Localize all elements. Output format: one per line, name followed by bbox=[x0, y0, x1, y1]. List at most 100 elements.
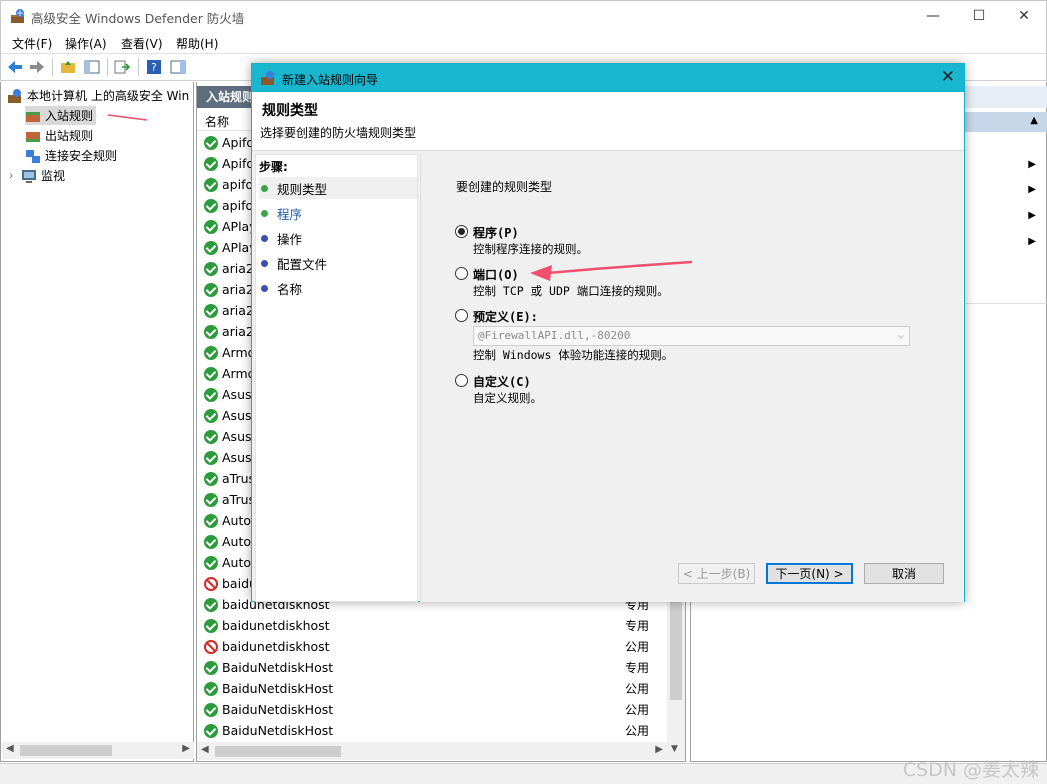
table-row[interactable]: baidunetdiskhost 公用 bbox=[197, 636, 667, 657]
submenu-arrow-icon[interactable]: ▶ bbox=[1028, 236, 1036, 247]
enabled-check-icon bbox=[204, 555, 218, 570]
tree-root[interactable]: 本地计算机 上的高级安全 Win bbox=[7, 86, 189, 105]
rule-profile: 公用 bbox=[625, 724, 650, 738]
dialog-header: 规则类型 选择要创建的防火墙规则类型 bbox=[252, 92, 964, 150]
rule-name: aria2 bbox=[222, 261, 254, 276]
step-status-dot-icon bbox=[261, 234, 268, 242]
menu-action[interactable]: 操作(A) bbox=[65, 35, 107, 52]
window-title: 高级安全 Windows Defender 防火墙 bbox=[31, 11, 245, 26]
menu-view[interactable]: 查看(V) bbox=[121, 35, 163, 52]
menu-file[interactable]: 文件(F) bbox=[12, 35, 52, 52]
rule-name: aria2 bbox=[222, 324, 254, 339]
blocked-icon bbox=[204, 576, 218, 591]
collapse-up-icon[interactable]: ▲ bbox=[1030, 115, 1038, 126]
dialog-heading: 规则类型 bbox=[262, 103, 318, 119]
scroll-right-arrow-icon[interactable]: ▶ bbox=[182, 743, 190, 754]
enabled-check-icon bbox=[204, 198, 218, 213]
status-bar bbox=[0, 763, 1047, 784]
rule-name: apifo bbox=[222, 177, 254, 192]
next-button[interactable]: 下一页(N) > bbox=[766, 563, 853, 584]
rule-name: aria2 bbox=[222, 282, 254, 297]
rule-name: apifo bbox=[222, 198, 254, 213]
rule-name: BaiduNetdiskHost bbox=[222, 660, 334, 675]
table-row[interactable]: BaiduNetdiskHost 公用 bbox=[197, 678, 667, 699]
rule-profile: 公用 bbox=[625, 640, 650, 654]
close-button[interactable]: ✕ bbox=[1001, 1, 1047, 31]
enabled-check-icon bbox=[204, 387, 218, 402]
show-hide-tree-icon[interactable] bbox=[83, 58, 101, 76]
chevron-right-icon[interactable]: › bbox=[9, 169, 21, 182]
enabled-check-icon bbox=[204, 681, 218, 696]
tree-item-connection-security[interactable]: 连接安全规则 bbox=[25, 146, 117, 165]
tree-scroll-thumb[interactable] bbox=[20, 745, 112, 756]
dialog-subheading: 选择要创建的防火墙规则类型 bbox=[260, 126, 417, 140]
enabled-check-icon bbox=[204, 408, 218, 423]
enabled-check-icon bbox=[204, 660, 218, 675]
enabled-check-icon bbox=[204, 282, 218, 297]
step-action[interactable]: 操作 bbox=[259, 227, 417, 249]
predefined-rules-select[interactable]: @FirewallAPI.dll,-80200 ⌵ bbox=[473, 326, 910, 346]
enabled-check-icon bbox=[204, 345, 218, 360]
step-status-dot-icon bbox=[261, 184, 268, 192]
dialog-title: 新建入站规则向导 bbox=[282, 73, 379, 87]
export-list-icon[interactable] bbox=[113, 58, 131, 76]
submenu-arrow-icon[interactable]: ▶ bbox=[1028, 210, 1036, 221]
scroll-left-arrow-icon[interactable]: ◀ bbox=[6, 743, 14, 754]
monitoring-icon bbox=[22, 169, 36, 183]
table-row[interactable]: BaiduNetdiskHost 专用 bbox=[197, 657, 667, 678]
rule-type-question: 要创建的规则类型 bbox=[456, 180, 553, 194]
enabled-check-icon bbox=[204, 534, 218, 549]
rule-name: baidunetdiskhost bbox=[222, 639, 330, 654]
table-row[interactable]: BaiduNetdiskHost 公用 bbox=[197, 720, 667, 741]
forward-arrow-icon[interactable] bbox=[28, 58, 46, 76]
step-rule-type[interactable]: 规则类型 bbox=[259, 177, 417, 199]
table-row[interactable]: baidunetdiskhost 专用 bbox=[197, 615, 667, 636]
step-name[interactable]: 名称 bbox=[259, 277, 417, 299]
tree-item-inbound-rules[interactable]: 入站规则 bbox=[25, 106, 97, 125]
toolbar-separator bbox=[138, 58, 139, 76]
table-row[interactable]: BaiduNetdiskHost 公用 bbox=[197, 699, 667, 720]
submenu-arrow-icon[interactable]: ▶ bbox=[1028, 184, 1036, 195]
wizard-steps: 步骤: 规则类型 程序 操作 配置文件 名称 bbox=[255, 154, 418, 602]
rule-name: baidunetdiskhost bbox=[222, 618, 330, 633]
rule-name: BaiduNetdiskHost bbox=[222, 702, 334, 717]
radio-custom[interactable] bbox=[455, 374, 468, 387]
radio-program[interactable] bbox=[455, 225, 468, 238]
cancel-button[interactable]: 取消 bbox=[864, 563, 944, 584]
back-button[interactable]: < 上一步(B) bbox=[678, 563, 755, 584]
list-hscroll-thumb[interactable] bbox=[215, 746, 341, 757]
radio-predefined[interactable] bbox=[455, 309, 468, 322]
outbound-rules-icon bbox=[26, 131, 40, 142]
scroll-right-arrow-icon[interactable]: ▶ bbox=[655, 744, 663, 755]
submenu-arrow-icon[interactable]: ▶ bbox=[1028, 159, 1036, 170]
maximize-button[interactable]: ☐ bbox=[956, 1, 1002, 31]
rule-profile: 专用 bbox=[625, 661, 650, 675]
action-pane-icon[interactable] bbox=[169, 58, 187, 76]
enabled-check-icon bbox=[204, 366, 218, 381]
rule-profile: 公用 bbox=[625, 682, 650, 696]
menu-bar: 文件(F) 操作(A) 查看(V) 帮助(H) bbox=[0, 31, 1047, 53]
radio-port[interactable] bbox=[455, 267, 468, 280]
wizard-content: 要创建的规则类型 程序(P) 控制程序连接的规则。 端口(O) 控制 TCP 或… bbox=[420, 154, 964, 602]
firewall-icon bbox=[8, 88, 21, 103]
back-arrow-icon[interactable] bbox=[6, 58, 24, 76]
step-program[interactable]: 程序 bbox=[259, 202, 417, 224]
up-folder-icon[interactable] bbox=[59, 58, 77, 76]
tree-horizontal-scrollbar[interactable]: ◀ ▶ bbox=[2, 742, 194, 759]
blocked-icon bbox=[204, 639, 218, 654]
step-profile[interactable]: 配置文件 bbox=[259, 252, 417, 274]
enabled-check-icon bbox=[204, 240, 218, 255]
minimize-button[interactable]: — bbox=[910, 1, 956, 31]
help-icon[interactable]: ? bbox=[145, 58, 163, 76]
main-titlebar: 高级安全 Windows Defender 防火墙 — ☐ ✕ bbox=[0, 0, 1047, 31]
scroll-down-arrow-icon[interactable]: ▼ bbox=[671, 744, 678, 754]
list-horizontal-scrollbar[interactable]: ◀ ▶ bbox=[197, 742, 667, 760]
menu-help[interactable]: 帮助(H) bbox=[176, 35, 218, 52]
enabled-check-icon bbox=[204, 177, 218, 192]
tree-item-monitoring[interactable]: › 监视 bbox=[9, 166, 65, 185]
tree-item-outbound-rules[interactable]: 出站规则 bbox=[25, 126, 93, 145]
dialog-close-button[interactable]: ✕ bbox=[941, 67, 955, 87]
steps-title: 步骤: bbox=[259, 160, 288, 174]
toolbar-separator bbox=[107, 58, 108, 76]
scroll-left-arrow-icon[interactable]: ◀ bbox=[201, 744, 209, 755]
